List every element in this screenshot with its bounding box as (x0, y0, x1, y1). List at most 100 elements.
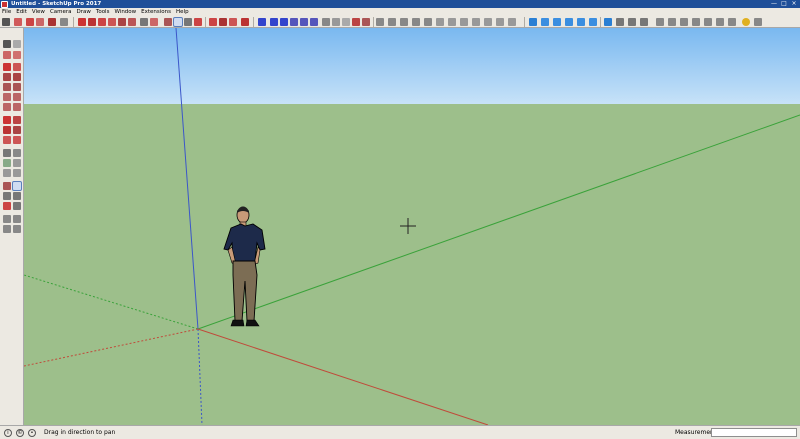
3d-text-tool-icon[interactable] (13, 169, 21, 177)
rotate-tool-icon[interactable] (98, 18, 106, 26)
freehand-tool-icon[interactable] (36, 18, 44, 26)
pan-tool-icon[interactable] (173, 17, 183, 27)
menu-window[interactable]: Window (114, 9, 136, 15)
scale-tool-icon[interactable] (3, 136, 11, 144)
select-tool-icon[interactable] (2, 18, 10, 26)
close-button[interactable]: × (790, 1, 798, 7)
previous-view-icon[interactable] (13, 202, 21, 210)
geo-location-icon[interactable]: i (4, 428, 12, 437)
two-point-arc-tool-icon[interactable] (13, 93, 21, 101)
textured-style-icon[interactable] (362, 18, 370, 26)
orbit-tool-icon[interactable] (164, 18, 172, 26)
sandbox-from-contours-icon[interactable] (376, 18, 384, 26)
menu-edit[interactable]: Edit (16, 9, 27, 15)
views-top-icon[interactable] (270, 18, 278, 26)
views-back-icon[interactable] (300, 18, 308, 26)
section-plane-tool-icon[interactable] (13, 225, 21, 233)
flip-edge-icon[interactable] (448, 18, 456, 26)
maximize-button[interactable]: □ (780, 1, 788, 7)
model-viewport[interactable] (24, 28, 800, 425)
menu-view[interactable]: View (32, 9, 45, 15)
menu-tools[interactable]: Tools (96, 9, 110, 15)
user-account-icon[interactable] (742, 18, 750, 26)
section-plane-icon[interactable] (577, 18, 585, 26)
push-pull-tool-icon[interactable] (13, 116, 21, 124)
move-tool-icon[interactable] (3, 116, 11, 124)
wireframe-style-icon[interactable] (342, 18, 350, 26)
look-around-icon[interactable] (668, 18, 676, 26)
eraser-tool-icon[interactable] (14, 18, 22, 26)
add-detail-icon[interactable] (436, 18, 444, 26)
share-model-icon[interactable] (219, 18, 227, 26)
back-edges-style-icon[interactable] (332, 18, 340, 26)
solid-union-icon[interactable] (484, 18, 492, 26)
field-of-view-icon[interactable] (692, 18, 700, 26)
protractor-tool-icon[interactable] (3, 159, 11, 167)
scale-tool-icon[interactable] (108, 18, 116, 26)
next-scene-icon[interactable] (628, 18, 636, 26)
location-play-icon[interactable] (529, 18, 537, 26)
smoove-tool-icon[interactable] (400, 18, 408, 26)
zoom-extents-tool-icon[interactable] (3, 202, 11, 210)
tape-measure-tool-icon[interactable] (140, 18, 148, 26)
pan-tool-icon[interactable] (12, 181, 22, 191)
follow-me-tool-icon[interactable] (118, 18, 126, 26)
menu-extensions[interactable]: Extensions (141, 9, 171, 15)
toolbar-options-icon[interactable] (754, 18, 762, 26)
views-front-icon[interactable] (280, 18, 288, 26)
solid-outer-shell-icon[interactable] (460, 18, 468, 26)
zoom-window-tool-icon[interactable] (13, 192, 21, 200)
circle-tool-icon[interactable] (3, 83, 11, 91)
rotated-rectangle-tool-icon[interactable] (13, 73, 21, 81)
views-right-icon[interactable] (290, 18, 298, 26)
solid-intersect-icon[interactable] (472, 18, 480, 26)
layout-icon[interactable] (241, 18, 249, 26)
push-pull-tool-icon[interactable] (78, 18, 86, 26)
move-tool-icon[interactable] (88, 18, 96, 26)
zoom-tool-icon[interactable] (3, 192, 11, 200)
previous-scene-icon[interactable] (616, 18, 624, 26)
solid-subtract-icon[interactable] (496, 18, 504, 26)
text-tool-icon[interactable] (13, 159, 21, 167)
position-camera-tool-icon[interactable] (3, 215, 11, 223)
display-section-icon[interactable] (728, 18, 736, 26)
walk-tool-icon[interactable] (656, 18, 664, 26)
dimension-tool-icon[interactable] (13, 149, 21, 157)
user-icon[interactable]: • (28, 428, 36, 437)
menu-camera[interactable]: Camera (50, 9, 72, 15)
menu-file[interactable]: File (2, 9, 11, 15)
xray-style-icon[interactable] (322, 18, 330, 26)
views-left-icon[interactable] (310, 18, 318, 26)
extension-warehouse-icon[interactable] (229, 18, 237, 26)
rotate-tool-icon[interactable] (3, 126, 11, 134)
measurements-input[interactable] (711, 428, 797, 437)
rectangle-tool-icon[interactable] (48, 18, 56, 26)
stamp-tool-icon[interactable] (412, 18, 420, 26)
line-tool-icon[interactable] (3, 63, 11, 71)
menu-draw[interactable]: Draw (77, 9, 91, 15)
minimize-button[interactable]: — (770, 1, 778, 7)
paint-bucket-tool-icon[interactable] (150, 18, 158, 26)
drape-tool-icon[interactable] (424, 18, 432, 26)
credits-icon[interactable]: © (16, 428, 24, 437)
zoom-extents-tool-icon[interactable] (194, 18, 202, 26)
polygon-tool-icon[interactable] (13, 83, 21, 91)
follow-me-tool-icon[interactable] (13, 126, 21, 134)
3d-warehouse-icon[interactable] (209, 18, 217, 26)
offset-tool-icon[interactable] (128, 18, 136, 26)
menu-help[interactable]: Help (176, 9, 189, 15)
walk-tool-icon[interactable] (3, 225, 11, 233)
sandbox-from-scratch-icon[interactable] (388, 18, 396, 26)
look-around-tool-icon[interactable] (13, 215, 21, 223)
position-camera-icon[interactable] (680, 18, 688, 26)
fog-icon[interactable] (553, 18, 561, 26)
orbit-tool-icon[interactable] (3, 182, 11, 190)
axes-tool-icon[interactable] (3, 169, 11, 177)
select-tool-icon[interactable] (3, 40, 11, 48)
play-animation-icon[interactable] (604, 18, 612, 26)
offset-tool-icon[interactable] (13, 136, 21, 144)
shape-dropdown-icon[interactable] (60, 18, 68, 26)
eraser-tool-icon[interactable] (13, 51, 21, 59)
paint-bucket-tool-icon[interactable] (3, 51, 11, 59)
rectangle-tool-icon[interactable] (3, 73, 11, 81)
